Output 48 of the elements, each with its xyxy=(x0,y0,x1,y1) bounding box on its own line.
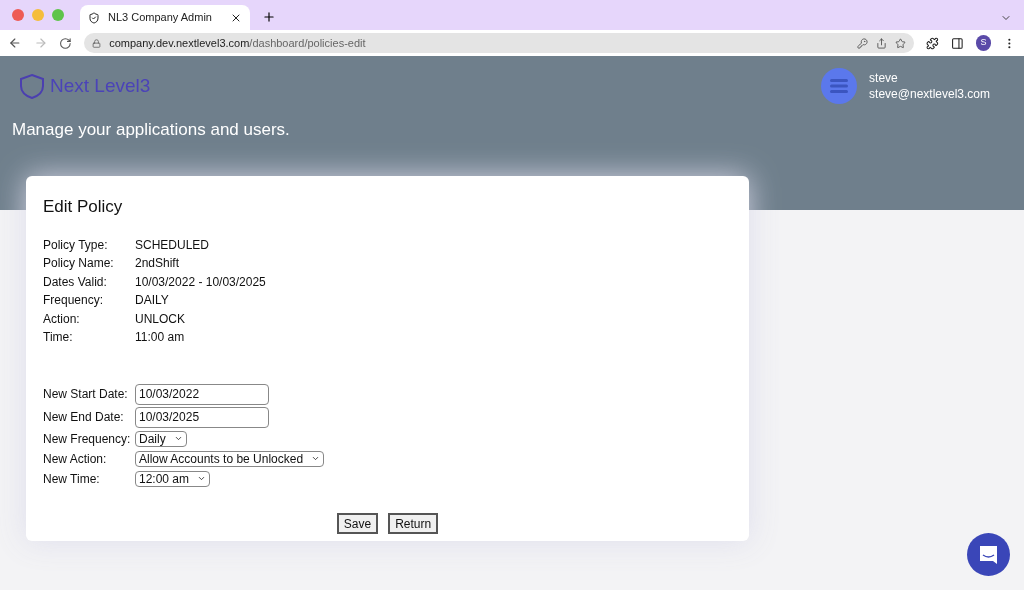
detail-value: SCHEDULED xyxy=(135,236,210,254)
detail-label: Policy Name: xyxy=(43,255,115,272)
text-field[interactable]: 10/03/2022 xyxy=(135,383,269,405)
form-button[interactable]: Save xyxy=(336,512,379,534)
form-button[interactable]: Return xyxy=(388,512,439,534)
detail-label: Dates Valid: xyxy=(43,273,108,291)
detail-label: Time: xyxy=(43,329,74,346)
detail-value: UNLOCK xyxy=(135,310,186,328)
detail-value: 10/03/2022 - 10/03/2025 xyxy=(135,273,267,291)
share-icon[interactable] xyxy=(876,37,888,49)
field-label: New Start Date: xyxy=(43,386,129,403)
detail-label: Action: xyxy=(43,310,81,328)
dropdown[interactable]: Daily xyxy=(135,430,187,447)
tagline: Manage your applications and users. xyxy=(12,119,291,141)
profile-avatar[interactable]: S xyxy=(975,35,992,51)
address-bar[interactable]: company.dev.nextlevel3.com/dashboard/policies-edit xyxy=(84,33,915,53)
star-icon[interactable] xyxy=(895,37,907,49)
field-label: New Action: xyxy=(43,450,108,468)
key-icon[interactable] xyxy=(857,37,869,49)
browser-tab[interactable]: NL3 Company Admin xyxy=(80,5,250,30)
user-email: steve@nextlevel3.com xyxy=(869,86,990,102)
lock-icon xyxy=(92,38,102,48)
field-label: New End Date: xyxy=(43,409,125,426)
logo-text: Next Level3 xyxy=(50,73,151,98)
user-name: steve xyxy=(869,70,899,86)
dropdown[interactable]: Allow Accounts to be Unlocked xyxy=(135,450,325,467)
detail-label: Frequency: xyxy=(43,292,105,309)
extensions-icon[interactable] xyxy=(926,36,939,50)
reload-icon[interactable] xyxy=(59,36,73,50)
dropdown[interactable]: 12:00 am xyxy=(135,470,211,487)
shield-logo-icon xyxy=(18,73,46,99)
detail-value: DAILY xyxy=(135,292,170,309)
caret-icon xyxy=(197,474,207,483)
field-label: New Frequency: xyxy=(43,430,132,448)
close-window-icon[interactable] xyxy=(12,9,24,21)
detail-label: Policy Type: xyxy=(43,236,109,254)
detail-value: 2ndShift xyxy=(135,255,181,272)
chat-launcher-icon[interactable] xyxy=(967,533,1010,576)
text-field[interactable]: 10/03/2025 xyxy=(135,406,269,428)
caret-icon xyxy=(173,434,183,443)
detail-value: 11:00 am xyxy=(135,329,186,346)
side-panel-icon[interactable] xyxy=(950,36,964,50)
card-title: Edit Policy xyxy=(43,196,124,218)
caret-icon xyxy=(311,454,321,463)
field-label: New Time: xyxy=(43,470,101,488)
back-icon[interactable] xyxy=(8,36,22,50)
new-tab-icon[interactable] xyxy=(262,10,276,24)
shield-icon xyxy=(88,11,100,24)
